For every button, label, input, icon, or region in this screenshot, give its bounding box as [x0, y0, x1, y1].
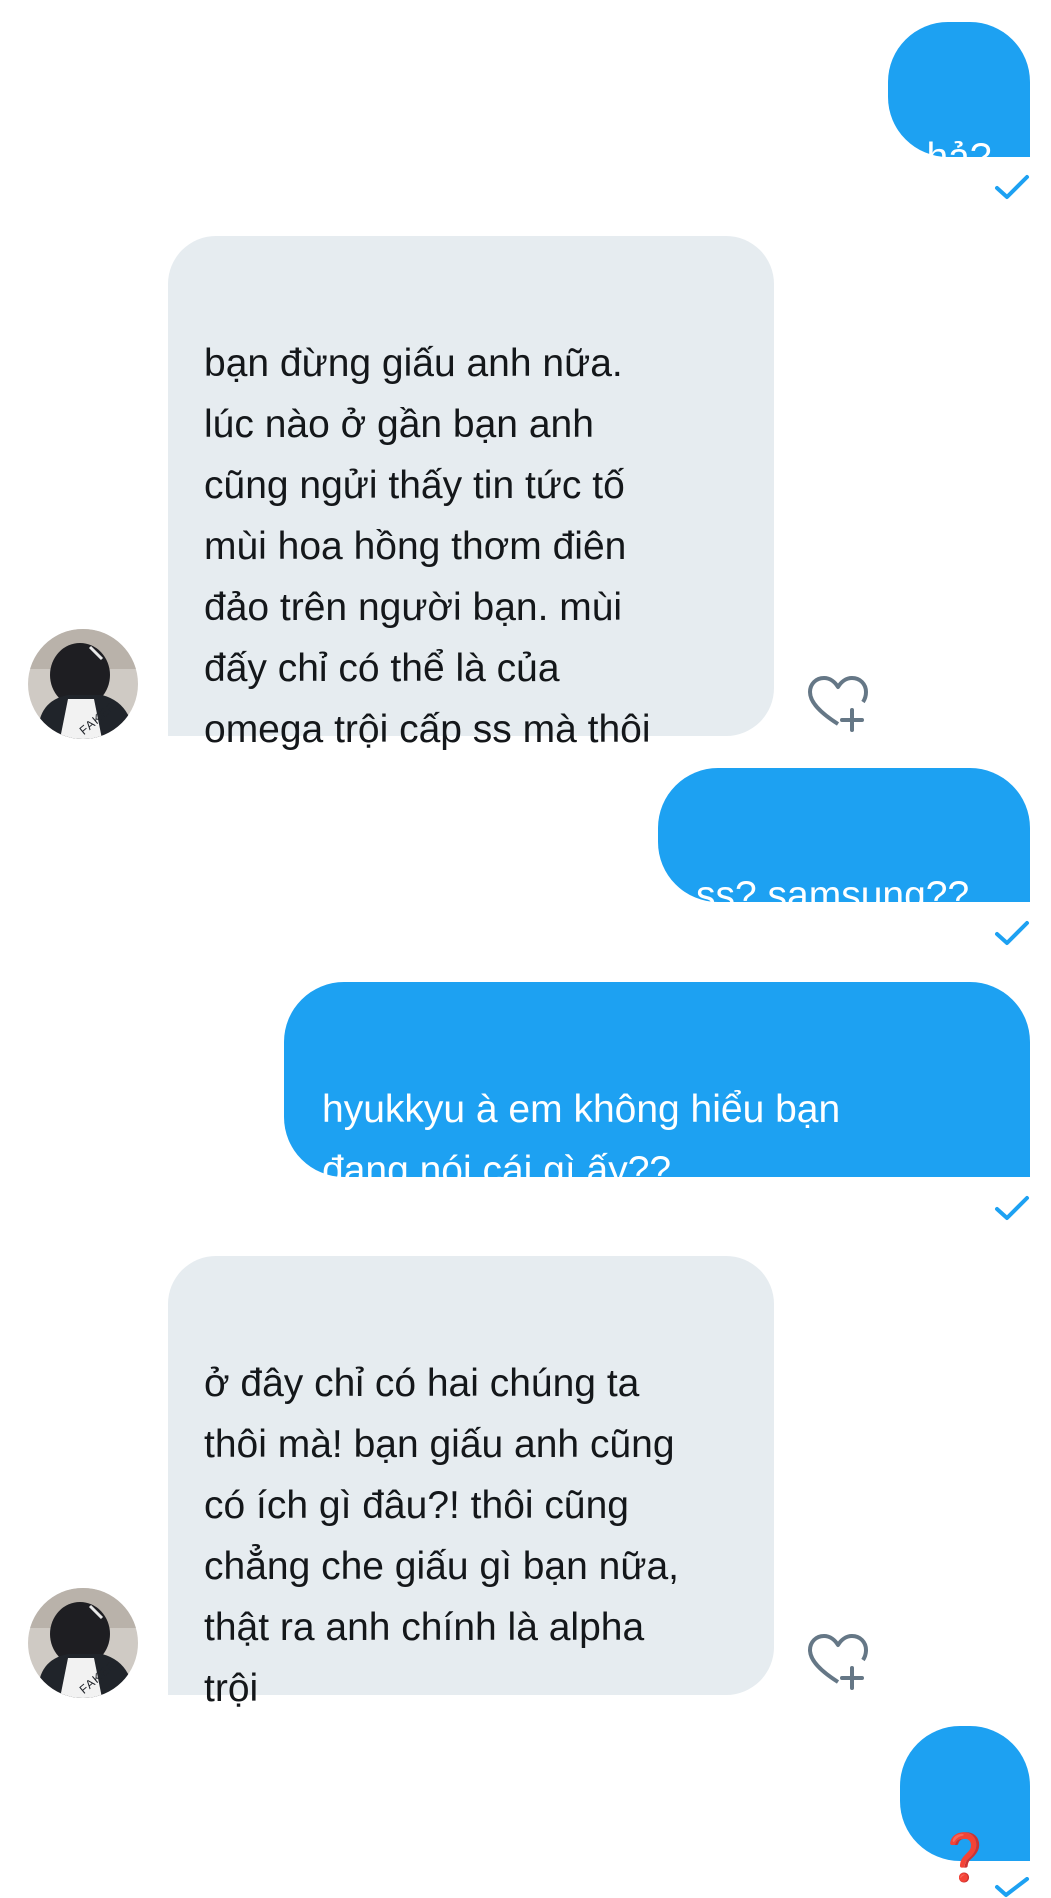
received-message[interactable]: bạn đừng giấu anh nữa. lúc nào ở gần bạn… [168, 236, 774, 751]
check-icon [995, 921, 1029, 945]
conversation: hả? FAKER bạn đừng giấu anh nữa. lúc nào… [0, 0, 1051, 1898]
message-text: ở đây chỉ có hai chúng ta thôi mà! bạn g… [204, 1362, 679, 1710]
message-text: hyukkyu à em không hiểu bạn đang nói cái… [322, 1088, 841, 1192]
message-text: hả? [926, 136, 992, 179]
heart-plus-icon[interactable] [806, 1632, 870, 1690]
heart-plus-icon[interactable] [806, 674, 870, 732]
check-icon [995, 1196, 1029, 1220]
avatar[interactable]: FAKER [28, 629, 138, 739]
message-text: ss? samsung?? [696, 874, 970, 917]
received-message[interactable]: ở đây chỉ có hai chúng ta thôi mà! bạn g… [168, 1256, 774, 1710]
sent-message[interactable]: hyukkyu à em không hiểu bạn đang nói cái… [284, 982, 1030, 1192]
check-icon [995, 1877, 1029, 1897]
avatar[interactable]: FAKER [28, 1588, 138, 1698]
check-icon [995, 175, 1029, 199]
sent-message[interactable]: ❓ [900, 1726, 1030, 1884]
question-emoji: ❓ [936, 1830, 994, 1884]
message-text: bạn đừng giấu anh nữa. lúc nào ở gần bạn… [204, 342, 651, 751]
sent-message[interactable]: hả? [888, 22, 1030, 179]
sent-message[interactable]: ss? samsung?? [658, 768, 1030, 917]
